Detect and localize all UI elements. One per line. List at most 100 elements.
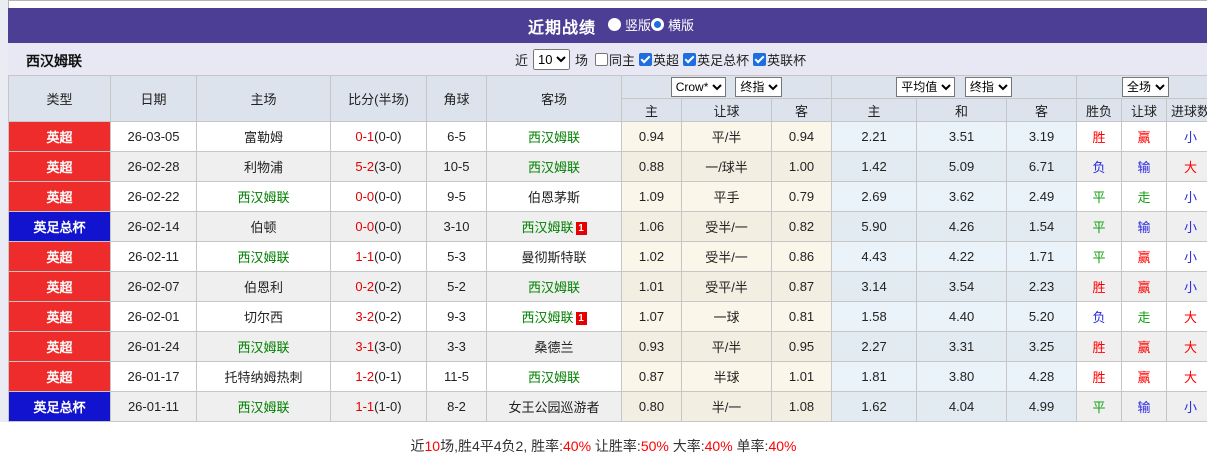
score-cell: 3-1(3-0) <box>330 331 427 362</box>
handicap-away-odds: 0.79 <box>770 181 833 212</box>
checkbox-same-home[interactable]: 同主 <box>595 50 635 69</box>
checkbox-label: 英联杯 <box>767 52 807 68</box>
checkbox-premier-league[interactable]: 英超 <box>639 50 679 69</box>
handicap-result: 输 <box>1121 211 1168 242</box>
match-date: 26-02-11 <box>110 241 197 272</box>
corner-score: 5-2 <box>426 271 487 302</box>
halftime-score: (0-0) <box>374 219 402 234</box>
table-row: 英足总杯 26-01-11 西汉姆联 1-1(1-0) 8-2 女王公园巡游者 0.80 半/… <box>8 391 1207 422</box>
avg-away-odds: 4.28 <box>1006 361 1078 392</box>
score-cell: 0-1(0-0) <box>330 121 427 152</box>
checkbox-icon[interactable] <box>595 52 609 66</box>
avg-home-odds: 1.81 <box>831 361 918 392</box>
checkbox-league-cup[interactable]: 英联杯 <box>753 50 806 69</box>
corner-score: 6-5 <box>426 121 487 152</box>
away-team: 西汉姆联 <box>486 121 622 152</box>
checkbox-icon[interactable] <box>639 52 653 66</box>
league-badge: 英超 <box>8 151 111 182</box>
fulltime-score: 0-2 <box>355 279 375 294</box>
footer-stats-bar: 近10场,胜4平4负2, 胜率:40% 让胜率:50% 大率:40% 单率:40… <box>0 422 1207 457</box>
subheader-avg-away: 客 <box>1006 98 1078 122</box>
winlose-result: 胜 <box>1076 361 1123 392</box>
avg-draw-odds: 5.09 <box>916 151 1008 182</box>
halftime-score: (0-1) <box>374 369 402 384</box>
away-team: 西汉姆联 1 <box>486 301 622 332</box>
away-team: 女王公园巡游者 <box>486 391 622 422</box>
goals-result: 大 <box>1166 361 1207 392</box>
league-badge: 英足总杯 <box>8 211 111 242</box>
avg-home-odds: 1.42 <box>831 151 918 182</box>
avg-source-select[interactable]: 平均值 <box>896 77 956 97</box>
stat-value: 40% <box>563 438 592 454</box>
stat-label: 单率: <box>732 438 769 454</box>
avg-away-odds: 3.25 <box>1006 331 1078 362</box>
checkbox-icon[interactable] <box>753 52 767 66</box>
table-row: 英超 26-01-24 西汉姆联 3-1(3-0) 3-3 桑德兰 0.93 平/半 0.95 2… <box>8 331 1207 362</box>
match-date: 26-02-01 <box>110 301 197 332</box>
avg-away-odds: 5.20 <box>1006 301 1078 332</box>
handicap-home-odds: 1.01 <box>621 271 682 302</box>
home-team: 西汉姆联 <box>196 241 331 272</box>
handicap-away-odds: 0.95 <box>770 331 833 362</box>
odds-source-select[interactable]: Crow* <box>670 77 726 97</box>
match-date: 26-02-14 <box>110 211 197 242</box>
stat-value: 40% <box>768 438 797 454</box>
avg-draw-odds: 4.40 <box>916 301 1008 332</box>
score-cell: 1-2(0-1) <box>330 361 427 392</box>
winlose-result: 胜 <box>1076 271 1123 302</box>
handicap-home-odds: 1.02 <box>621 241 682 272</box>
away-team: 西汉姆联 1 <box>486 211 622 242</box>
match-date: 26-01-24 <box>110 331 197 362</box>
layout-radio-horizontal[interactable]: 横版 <box>651 15 694 34</box>
handicap-result: 输 <box>1121 391 1168 422</box>
checkbox-fa-cup[interactable]: 英足总杯 <box>683 50 749 69</box>
subheader-avg-draw: 和 <box>916 98 1008 122</box>
radio-icon[interactable] <box>607 18 621 31</box>
handicap-away-odds: 0.82 <box>770 211 833 242</box>
winlose-result: 平 <box>1076 211 1123 242</box>
winlose-result: 平 <box>1076 181 1123 212</box>
goals-result: 小 <box>1166 211 1207 242</box>
goals-result: 小 <box>1166 241 1207 272</box>
subheader-handicap: 让球 <box>681 98 772 122</box>
header-score: 比分(半场) <box>330 75 427 122</box>
corner-score: 5-3 <box>426 241 487 272</box>
handicap-result: 赢 <box>1121 241 1168 272</box>
halftime-score: (0-2) <box>374 309 402 324</box>
handicap-result: 赢 <box>1121 121 1168 152</box>
score-cell: 3-2(0-2) <box>330 301 427 332</box>
handicap-line: 一/球半 <box>681 151 772 182</box>
table-row: 英超 26-01-17 托特纳姆热刺 1-2(0-1) 11-5 西汉姆联 0.87 半球 1.… <box>8 361 1207 392</box>
league-badge: 英足总杯 <box>8 391 111 422</box>
away-team: 西汉姆联 <box>486 361 622 392</box>
header-type: 类型 <box>8 75 111 122</box>
subheader-avg-home: 主 <box>831 98 918 122</box>
halftime-score: (3-0) <box>374 339 402 354</box>
handicap-result: 赢 <box>1121 271 1168 302</box>
handicap-result: 走 <box>1121 181 1168 212</box>
away-team: 曼彻斯特联 <box>486 241 622 272</box>
corner-score: 3-10 <box>426 211 487 242</box>
radio-icon[interactable] <box>651 18 664 31</box>
match-date: 26-02-22 <box>110 181 197 212</box>
stat-label: 场,胜4平4负2, 胜率: <box>440 438 564 454</box>
avg-away-odds: 2.23 <box>1006 271 1078 302</box>
halftime-score: (0-0) <box>374 189 402 204</box>
fulltime-score: 0-0 <box>355 189 375 204</box>
goals-result: 大 <box>1166 151 1207 182</box>
checkbox-icon[interactable] <box>683 52 697 66</box>
subheader-handicap-result: 让球 <box>1121 98 1168 122</box>
odds-final-select[interactable]: 终指 <box>735 77 783 97</box>
away-team: 西汉姆联 <box>486 271 622 302</box>
corner-score: 10-5 <box>426 151 487 182</box>
match-count-select[interactable]: 10 <box>533 48 571 70</box>
redcard-badge: 1 <box>575 312 587 325</box>
score-cell: 5-2(3-0) <box>330 151 427 182</box>
handicap-line: 平手 <box>681 181 772 212</box>
fullmatch-select[interactable]: 全场 <box>1122 77 1170 97</box>
avg-final-select[interactable]: 终指 <box>964 77 1012 97</box>
handicap-home-odds: 0.88 <box>621 151 682 182</box>
league-badge: 英超 <box>8 121 111 152</box>
layout-radio-vertical[interactable]: 竖版 <box>607 15 651 34</box>
avg-draw-odds: 3.62 <box>916 181 1008 212</box>
